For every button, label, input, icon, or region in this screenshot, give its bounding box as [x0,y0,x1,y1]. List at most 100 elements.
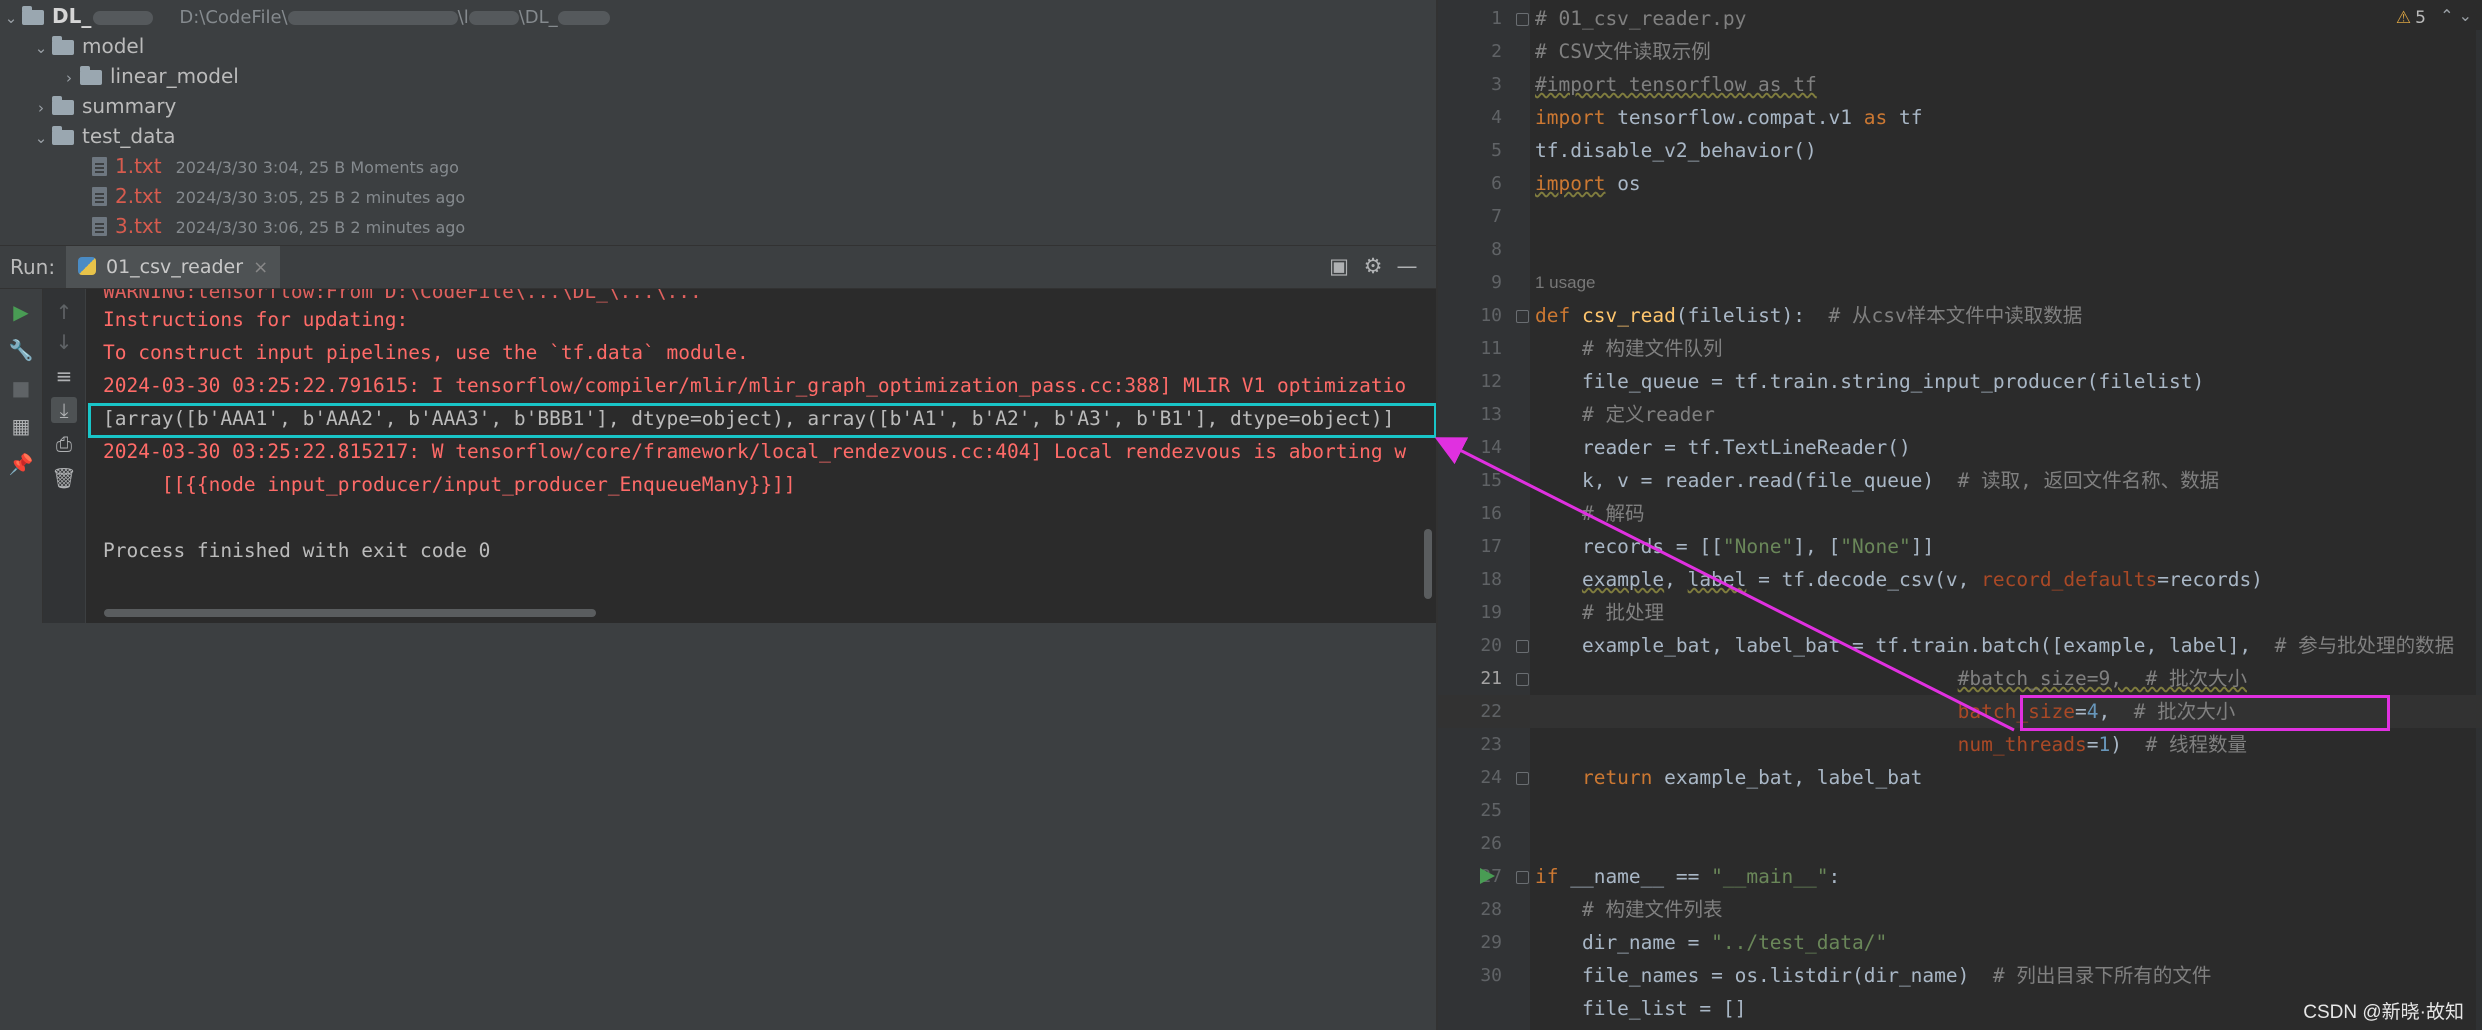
run-main-icon[interactable] [1480,868,1495,884]
soft-wrap-icon[interactable]: ≡ [51,363,77,389]
run-toolbar: ▶ 🔧 ■ ▦ 📌 [0,289,43,623]
warning-icon: ⚠ [2395,8,2412,28]
rerun-icon[interactable]: ▶ [8,299,34,325]
code-line-1: # 01_csv_reader.py [1535,7,1747,30]
code-line-12: # 定义reader [1535,403,1715,426]
gear-icon[interactable]: ⚙ [1360,252,1386,280]
tree-item-label: summary [82,94,177,118]
code-line-15: # 解码 [1535,502,1645,525]
code-line-26: if __name__ == "__main__": [1535,865,1841,888]
line-number: 9 [1491,272,1502,293]
stop-icon[interactable]: ■ [8,375,34,401]
tree-root-row[interactable]: ⌄ DL_ D:\CodeFile\ \l \DL_ [0,1,610,31]
line-number: 17 [1480,536,1502,557]
line-number: 29 [1480,932,1502,953]
line-number: 23 [1480,734,1502,755]
tree-file-2[interactable]: 2.txt 2024/3/30 3:05, 25 B 2 minutes ago [92,181,465,211]
tree-file-1[interactable]: 1.txt 2024/3/30 3:04, 25 B Moments ago [92,151,459,181]
console-actions: ↑ ↓ ≡ ⤓ ⎙ 🗑 [43,289,85,623]
console-line: To construct input pipelines, use the `t… [103,341,749,364]
fold-icon[interactable] [1516,640,1529,653]
line-number: 19 [1480,602,1502,623]
trash-icon[interactable]: 🗑 [51,465,77,491]
line-number: 2 [1491,41,1502,62]
code-line-11: file_queue = tf.train.string_input_produ… [1535,370,2205,393]
text-file-icon [92,217,107,236]
empty-panel-area [0,624,1436,1030]
nav-arrows[interactable]: ⌃ ⌄ [2440,6,2472,25]
file-name: 3.txt [115,214,162,238]
console-horizontal-scrollbar[interactable] [104,609,596,617]
restore-layout-icon[interactable]: ▦ [8,413,34,439]
line-number: 20 [1480,635,1502,656]
file-meta: 2024/3/30 3:05, 25 B 2 minutes ago [175,188,466,207]
folder-icon [52,126,74,145]
chevron-down-icon[interactable]: ⌄ [0,3,22,33]
console-line: [[{{node input_producer/input_producer_E… [103,473,796,496]
line-number: 18 [1480,569,1502,590]
chevron-down-icon[interactable]: ⌄ [30,33,52,63]
console-line: 2024-03-30 03:25:22.815217: W tensorflow… [103,440,1407,463]
code-line-4: import tensorflow.compat.v1 as tf [1535,106,1923,129]
tree-item-linear-model[interactable]: › linear_model [58,61,239,91]
fold-icon[interactable] [1516,13,1529,26]
line-number: 7 [1491,206,1502,227]
file-meta: 2024/3/30 3:04, 25 B Moments ago [175,158,459,177]
print-icon[interactable]: ⎙ [51,431,77,457]
code-line-16: records = [["None"], ["None"]] [1535,535,1935,558]
line-number: 6 [1491,173,1502,194]
tab-01-csv-reader[interactable]: 01_csv_reader × [66,246,281,288]
code-line-6: import os [1535,172,1641,195]
console-output[interactable]: WARNING:tensorflow:From D:\CodeFile\...\… [86,289,1436,623]
text-file-icon [92,157,107,176]
code-line-20: #batch_size=9, # 批次大小 [1957,667,2247,690]
fold-icon[interactable] [1516,673,1529,686]
code-line-17: example, label = tf.decode_csv(v, record… [1581,568,2263,591]
fold-icon[interactable] [1516,871,1529,884]
close-icon[interactable]: × [253,257,268,278]
tree-item-label: linear_model [110,64,239,88]
code-line-29: file_names = os.listdir(dir_name) # 列出目录… [1535,964,2212,987]
file-name: 2.txt [115,184,162,208]
wrench-icon[interactable]: 🔧 [8,337,34,363]
file-name: 1.txt [115,154,162,178]
chevron-down-icon[interactable]: ⌄ [30,123,52,153]
layout-icon[interactable]: ▣ [1326,252,1352,280]
code-line-30: file_list = [] [1535,997,1747,1020]
console-vertical-scrollbar[interactable] [1424,529,1432,599]
arrow-up-icon[interactable]: ↑ [51,299,77,325]
line-number: 15 [1480,470,1502,491]
run-header: Run: 01_csv_reader × ▣ ⚙ — [0,246,1436,289]
pin-icon[interactable]: 📌 [8,451,34,477]
minimize-icon[interactable]: — [1394,252,1420,280]
usage-hint[interactable]: 1 usage [1535,266,1596,299]
line-number: 21 [1480,668,1502,689]
warning-indicator[interactable]: ⚠ 5 [2396,8,2426,28]
tree-item-summary[interactable]: › summary [30,91,176,121]
warning-count: 5 [2415,8,2426,28]
fold-icon[interactable] [1516,772,1529,785]
project-tree-panel: ⌄ DL_ D:\CodeFile\ \l \DL_ ⌄ model › linear_mo… [0,0,1436,245]
redacted-blur [93,10,154,25]
scroll-to-end-icon[interactable]: ⤓ [51,397,77,423]
tree-item-label: model [82,34,145,58]
fold-icon[interactable] [1516,310,1529,323]
code-line-9: def csv_read(filelist): # 从csv样本文件中读取数据 [1535,304,2083,327]
code-line-22: num_threads=1) # 线程数量 [1957,733,2247,756]
line-number: 12 [1480,371,1502,392]
chevron-right-icon[interactable]: › [30,93,52,123]
arrow-down-icon[interactable]: ↓ [51,329,77,355]
line-number: 8 [1491,239,1502,260]
tree-item-model[interactable]: ⌄ model [30,31,145,63]
tree-item-test-data[interactable]: ⌄ test_data [30,121,176,153]
code-line-2: # CSV文件读取示例 [1535,40,1711,63]
text-file-icon [92,187,107,206]
folder-icon [22,6,44,25]
tree-file-3[interactable]: 3.txt 2024/3/30 3:06, 25 B 2 minutes ago [92,211,465,241]
line-number: 16 [1480,503,1502,524]
chevron-right-icon[interactable]: › [58,63,80,93]
tree-item-label: test_data [82,124,176,148]
console-line: Instructions for updating: [103,308,409,331]
editor-scrollbar[interactable] [2476,30,2482,1030]
line-number: 30 [1480,965,1502,986]
